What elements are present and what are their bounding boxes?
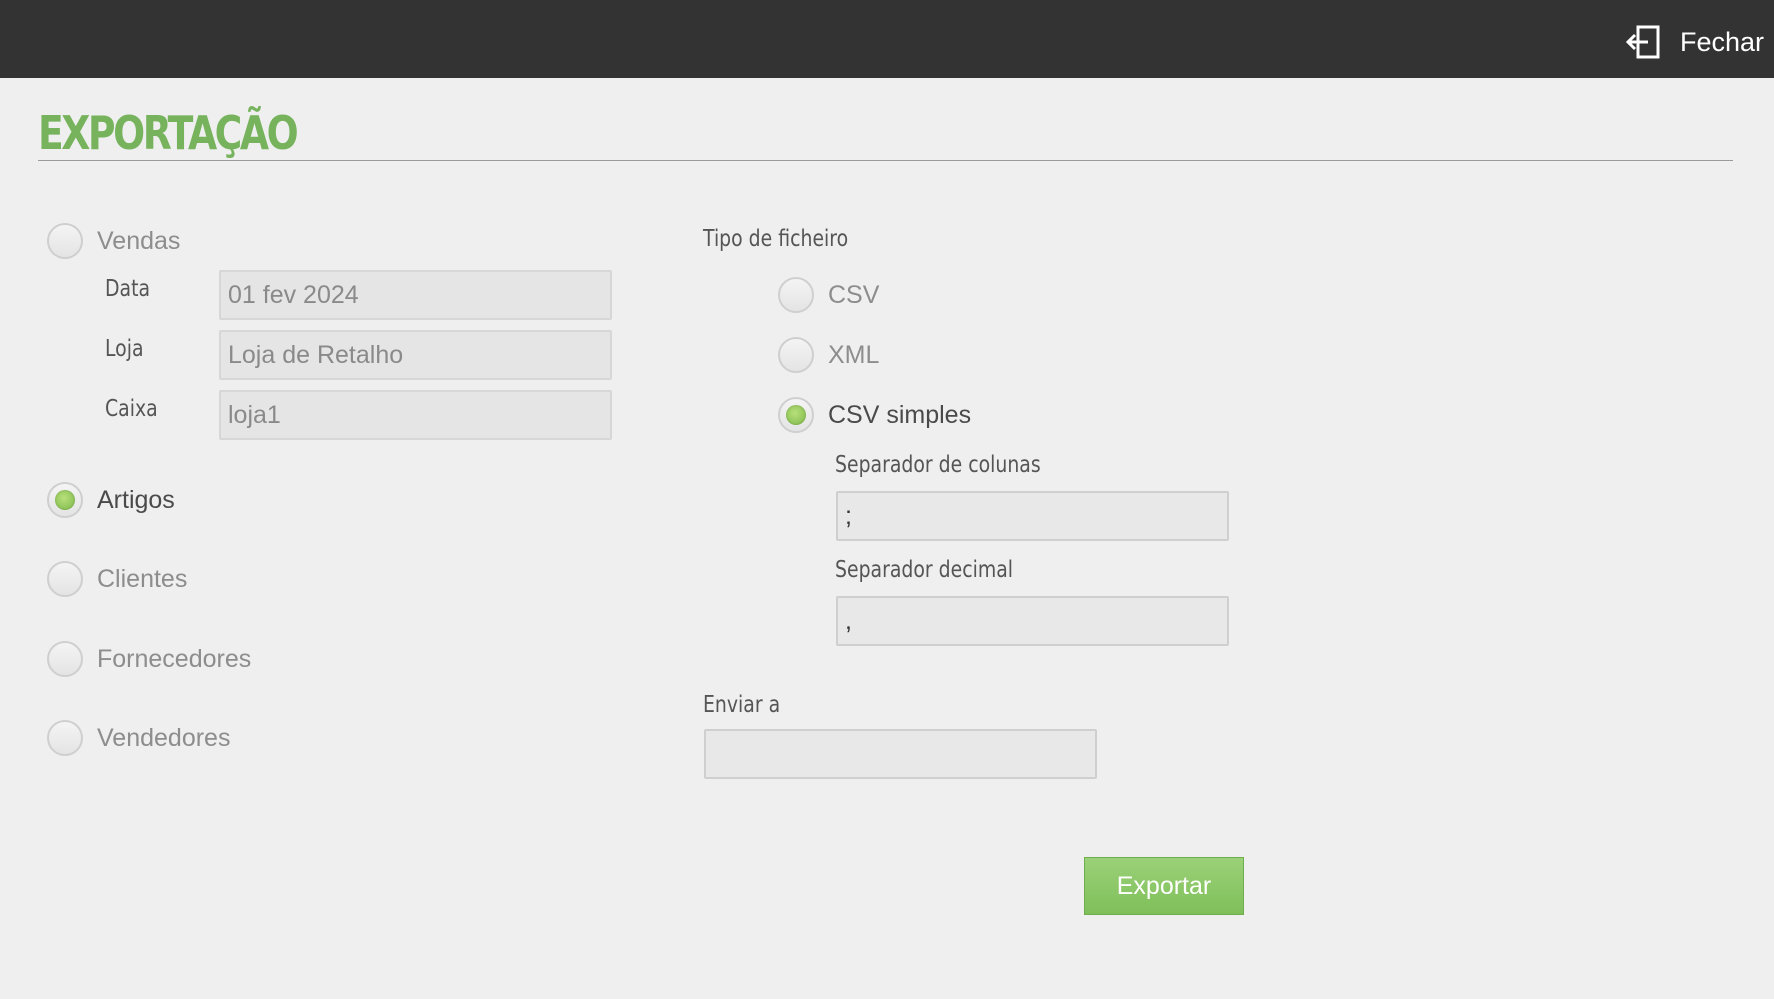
date-label: Data: [105, 276, 151, 302]
radio-csv-simples[interactable]: CSV simples: [778, 397, 971, 433]
store-input[interactable]: Loja de Retalho: [219, 330, 612, 380]
radio-vendedores-label: Vendedores: [97, 723, 231, 752]
send-to-input[interactable]: [704, 729, 1097, 779]
register-input[interactable]: loja1: [219, 390, 612, 440]
store-label: Loja: [105, 336, 144, 362]
radio-artigos-circle[interactable]: [47, 482, 83, 518]
decimal-separator-input[interactable]: ,: [836, 596, 1229, 646]
exit-icon: [1625, 25, 1660, 59]
radio-clientes[interactable]: Clientes: [47, 561, 187, 597]
radio-selected-dot: [786, 405, 806, 425]
send-to-label: Enviar a: [703, 692, 781, 718]
radio-csv-simples-circle[interactable]: [778, 397, 814, 433]
radio-vendas[interactable]: Vendas: [47, 223, 180, 259]
column-separator-input[interactable]: ;: [836, 491, 1229, 541]
close-button[interactable]: Fechar: [1624, 20, 1764, 64]
file-type-label: Tipo de ficheiro: [703, 226, 849, 252]
radio-selected-dot: [55, 490, 75, 510]
radio-csv[interactable]: CSV: [778, 277, 879, 313]
radio-csv-simples-label: CSV simples: [828, 400, 972, 429]
radio-vendas-label: Vendas: [97, 226, 181, 255]
column-separator-label: Separador de colunas: [835, 452, 1041, 478]
radio-csv-circle[interactable]: [778, 277, 814, 313]
page-title: EXPORTAÇÃO: [38, 106, 299, 160]
radio-clientes-label: Clientes: [97, 564, 188, 593]
register-label: Caixa: [105, 396, 158, 422]
export-button[interactable]: Exportar: [1084, 857, 1244, 915]
radio-artigos-label: Artigos: [97, 485, 175, 514]
radio-vendas-circle[interactable]: [47, 223, 83, 259]
radio-xml[interactable]: XML: [778, 337, 879, 373]
radio-fornecedores-circle[interactable]: [47, 641, 83, 677]
date-input[interactable]: 01 fev 2024: [219, 270, 612, 320]
radio-csv-label: CSV: [828, 280, 880, 309]
radio-xml-label: XML: [828, 340, 880, 369]
close-label: Fechar: [1679, 26, 1764, 57]
radio-fornecedores-label: Fornecedores: [97, 644, 252, 673]
radio-artigos[interactable]: Artigos: [47, 482, 175, 518]
radio-vendedores-circle[interactable]: [47, 720, 83, 756]
decimal-separator-label: Separador decimal: [835, 557, 1014, 583]
radio-fornecedores[interactable]: Fornecedores: [47, 641, 251, 677]
radio-vendedores[interactable]: Vendedores: [47, 720, 230, 756]
radio-clientes-circle[interactable]: [47, 561, 83, 597]
top-bar: Fechar: [0, 0, 1774, 78]
radio-xml-circle[interactable]: [778, 337, 814, 373]
title-divider: [38, 160, 1733, 161]
